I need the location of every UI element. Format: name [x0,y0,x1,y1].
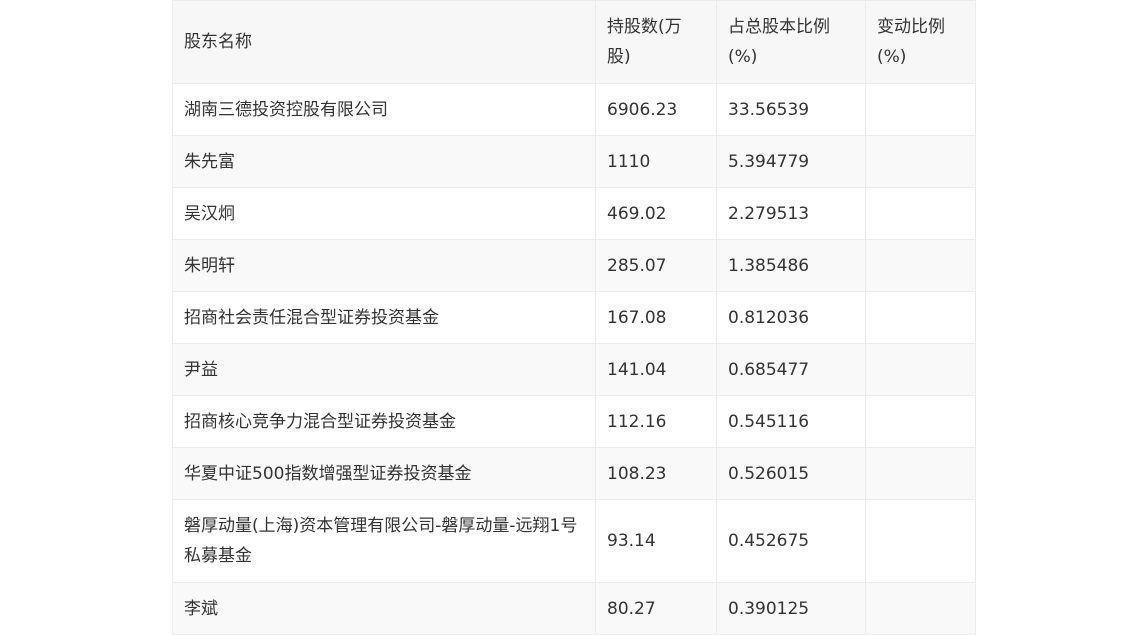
cell-shares-held: 93.14 [595,499,717,583]
cell-share-ratio: 0.526015 [716,447,866,500]
cell-change-ratio [865,447,976,500]
cell-share-ratio: 2.279513 [716,187,866,240]
cell-shareholder-name: 尹益 [172,343,596,396]
cell-shares-held: 167.08 [595,291,717,344]
table-row: 朱明轩 285.07 1.385486 [172,239,976,292]
table-header-row: 股东名称 持股数(万股) 占总股本比例(%) 变动比例(%) [172,0,976,84]
header-shareholder-name: 股东名称 [172,0,596,84]
cell-shares-held: 6906.23 [595,83,717,136]
cell-share-ratio: 0.390125 [716,582,866,635]
table-row: 李斌 80.27 0.390125 [172,582,976,635]
cell-share-ratio: 0.812036 [716,291,866,344]
cell-change-ratio [865,395,976,448]
cell-shareholder-name: 李斌 [172,582,596,635]
cell-shareholder-name: 吴汉炯 [172,187,596,240]
cell-shareholder-name: 朱先富 [172,135,596,188]
table-row: 尹益 141.04 0.685477 [172,343,976,396]
table-row: 湖南三德投资控股有限公司 6906.23 33.56539 [172,83,976,136]
cell-change-ratio [865,239,976,292]
cell-change-ratio [865,343,976,396]
cell-shares-held: 285.07 [595,239,717,292]
cell-share-ratio: 0.452675 [716,499,866,583]
table-row: 招商核心竞争力混合型证券投资基金 112.16 0.545116 [172,395,976,448]
header-share-ratio: 占总股本比例(%) [716,0,866,84]
table-row: 吴汉炯 469.02 2.279513 [172,187,976,240]
cell-shareholder-name: 湖南三德投资控股有限公司 [172,83,596,136]
cell-change-ratio [865,499,976,583]
shareholder-table: 股东名称 持股数(万股) 占总股本比例(%) 变动比例(%) 湖南三德投资控股有… [172,0,976,635]
cell-shareholder-name: 华夏中证500指数增强型证券投资基金 [172,447,596,500]
cell-share-ratio: 0.545116 [716,395,866,448]
table-row: 招商社会责任混合型证券投资基金 167.08 0.812036 [172,291,976,344]
cell-shareholder-name: 磐厚动量(上海)资本管理有限公司-磐厚动量-远翔1号私募基金 [172,499,596,583]
cell-shares-held: 108.23 [595,447,717,500]
table-row: 华夏中证500指数增强型证券投资基金 108.23 0.526015 [172,447,976,500]
cell-shareholder-name: 招商核心竞争力混合型证券投资基金 [172,395,596,448]
cell-change-ratio [865,83,976,136]
cell-share-ratio: 0.685477 [716,343,866,396]
table-row: 磐厚动量(上海)资本管理有限公司-磐厚动量-远翔1号私募基金 93.14 0.4… [172,499,976,583]
cell-shares-held: 1110 [595,135,717,188]
cell-share-ratio: 33.56539 [716,83,866,136]
shareholder-table-container: 股东名称 持股数(万股) 占总股本比例(%) 变动比例(%) 湖南三德投资控股有… [172,0,976,635]
cell-shareholder-name: 朱明轩 [172,239,596,292]
header-change-ratio: 变动比例(%) [865,0,976,84]
cell-shares-held: 80.27 [595,582,717,635]
cell-shares-held: 469.02 [595,187,717,240]
header-shares-held: 持股数(万股) [595,0,717,84]
cell-change-ratio [865,187,976,240]
cell-change-ratio [865,582,976,635]
cell-change-ratio [865,291,976,344]
cell-shares-held: 141.04 [595,343,717,396]
cell-share-ratio: 1.385486 [716,239,866,292]
cell-change-ratio [865,135,976,188]
table-row: 朱先富 1110 5.394779 [172,135,976,188]
cell-shares-held: 112.16 [595,395,717,448]
cell-share-ratio: 5.394779 [716,135,866,188]
cell-shareholder-name: 招商社会责任混合型证券投资基金 [172,291,596,344]
